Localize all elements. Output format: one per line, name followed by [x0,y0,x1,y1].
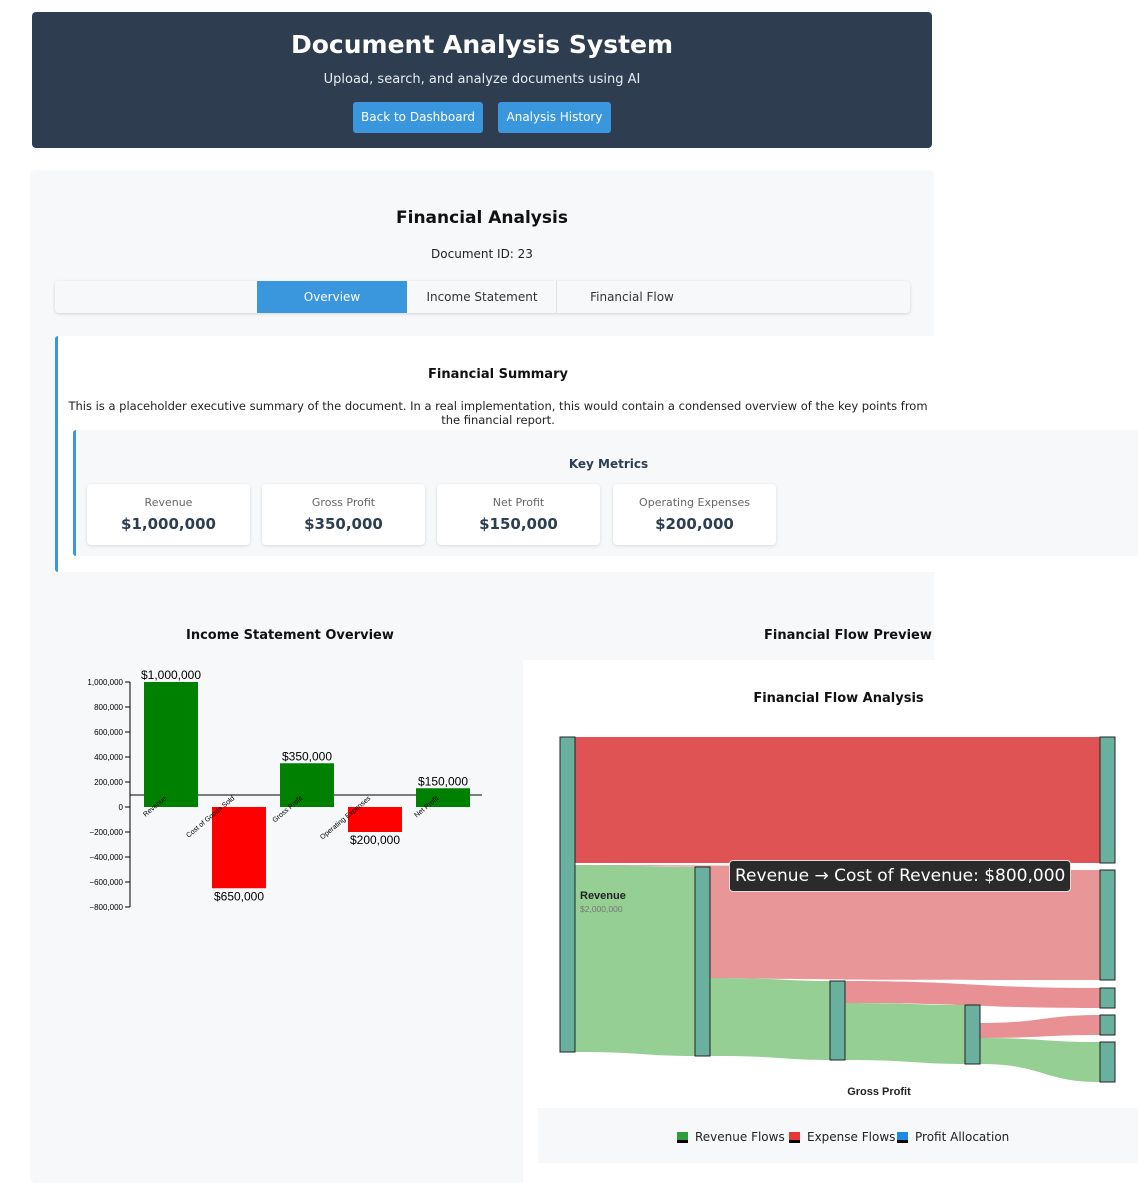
tab-bar: Overview Income Statement Financial Flow [55,281,910,313]
node-revenue[interactable] [559,736,576,1053]
y-tick-label: −800,000 [89,903,123,912]
legend-profit-allocation: Profit Allocation [897,1130,1009,1144]
back-to-dashboard-button[interactable]: Back to Dashboard [353,102,483,133]
document-id: Document ID: 23 [431,247,533,261]
y-tick-label: −400,000 [89,853,123,862]
metric-gross-profit: Gross Profit $350,000 [262,484,425,545]
link-net-profit[interactable] [980,1038,1100,1082]
bar-value-label: $150,000 [418,774,468,788]
income-overview-title: Income Statement Overview [186,628,394,643]
tab-overview[interactable]: Overview [257,281,407,313]
y-tick-label: −600,000 [89,878,123,887]
y-tick-label: 1,000,000 [87,678,123,687]
bar-value-label: $350,000 [282,749,332,763]
link-tax[interactable] [980,1015,1100,1038]
node-label-revenue: Revenue [580,890,626,902]
y-tick-label: 800,000 [94,703,123,712]
node-expense-breakdown[interactable] [1099,869,1116,981]
app-title: Document Analysis System [290,30,674,59]
legend-swatch [789,1132,800,1143]
metric-value: $350,000 [304,515,383,533]
legend-expense-flows: Expense Flows [789,1130,895,1144]
metric-revenue: Revenue $1,000,000 [87,484,250,545]
key-metrics-card: Key Metrics Revenue $1,000,000 Gross Pro… [73,430,1138,556]
metric-operating-expenses: Operating Expenses $200,000 [613,484,776,545]
node-cost-of-revenue[interactable] [1099,736,1116,864]
legend-swatch [897,1132,908,1143]
tab-financial-flow[interactable]: Financial Flow [556,281,707,313]
metric-label: Operating Expenses [639,496,750,509]
legend-label: Profit Allocation [915,1130,1010,1144]
sankey-legend: Revenue Flows Expense Flows Profit Alloc… [538,1108,1138,1163]
bar-value-label: $650,000 [214,889,264,903]
app-subtitle: Upload, search, and analyze documents us… [323,72,641,87]
flow-preview-title: Financial Flow Preview [764,628,932,643]
metric-value: $1,000,000 [121,515,216,533]
tab-income-statement[interactable]: Income Statement [407,281,557,313]
legend-label: Revenue Flows [695,1130,785,1144]
bar-value-label: $1,000,000 [141,668,201,682]
metric-value: $150,000 [479,515,558,533]
legend-label: Expense Flows [807,1130,896,1144]
link-operating-net[interactable] [845,1003,965,1064]
node-value-revenue: $2,000,000 [580,904,623,914]
analysis-history-button[interactable]: Analysis History [498,102,611,133]
y-tick-label: −200,000 [89,828,123,837]
bottom-label-gross-profit: Gross Profit [847,1086,911,1098]
key-metrics-title: Key Metrics [568,457,649,471]
link-gross-operating[interactable] [710,978,830,1060]
y-tick-label: 400,000 [94,753,123,762]
bar-0 [144,682,198,807]
summary-title: Financial Summary [428,367,568,382]
node-pretax[interactable] [964,1004,981,1065]
summary-text: This is a placeholder executive summary … [68,399,928,427]
node-tax[interactable] [1099,1014,1116,1036]
sankey-tooltip: Revenue → Cost of Revenue: $800,000 [729,860,1072,892]
legend-swatch [677,1132,688,1143]
bar-2 [280,763,334,807]
node-net-profit[interactable] [1099,1041,1116,1083]
app-header: Document Analysis System Upload, search,… [32,12,932,148]
legend-revenue-flows: Revenue Flows [677,1130,785,1144]
y-tick-label: 200,000 [94,778,123,787]
metric-label: Revenue [144,496,193,509]
metric-net-profit: Net Profit $150,000 [437,484,600,545]
link-revenue-cost[interactable] [575,737,1100,863]
metric-value: $200,000 [655,515,734,533]
y-tick-label: 0 [119,803,124,812]
metric-label: Gross Profit [311,496,376,509]
bar-1 [212,807,266,889]
bar-value-label: $200,000 [350,833,400,847]
income-bar-chart: 1,000,000 800,000 600,000 400,000 200,000 0 −2… [87,668,482,912]
y-tick-label: 600,000 [94,728,123,737]
node-gross-profit[interactable] [694,866,711,1057]
sankey-card: Financial Flow Analysis Revenue $2,000,0… [523,660,1138,1183]
node-opex[interactable] [1099,987,1116,1009]
page-title: Financial Analysis [396,208,568,228]
node-operating[interactable] [829,980,846,1061]
metric-label: Net Profit [492,496,545,509]
